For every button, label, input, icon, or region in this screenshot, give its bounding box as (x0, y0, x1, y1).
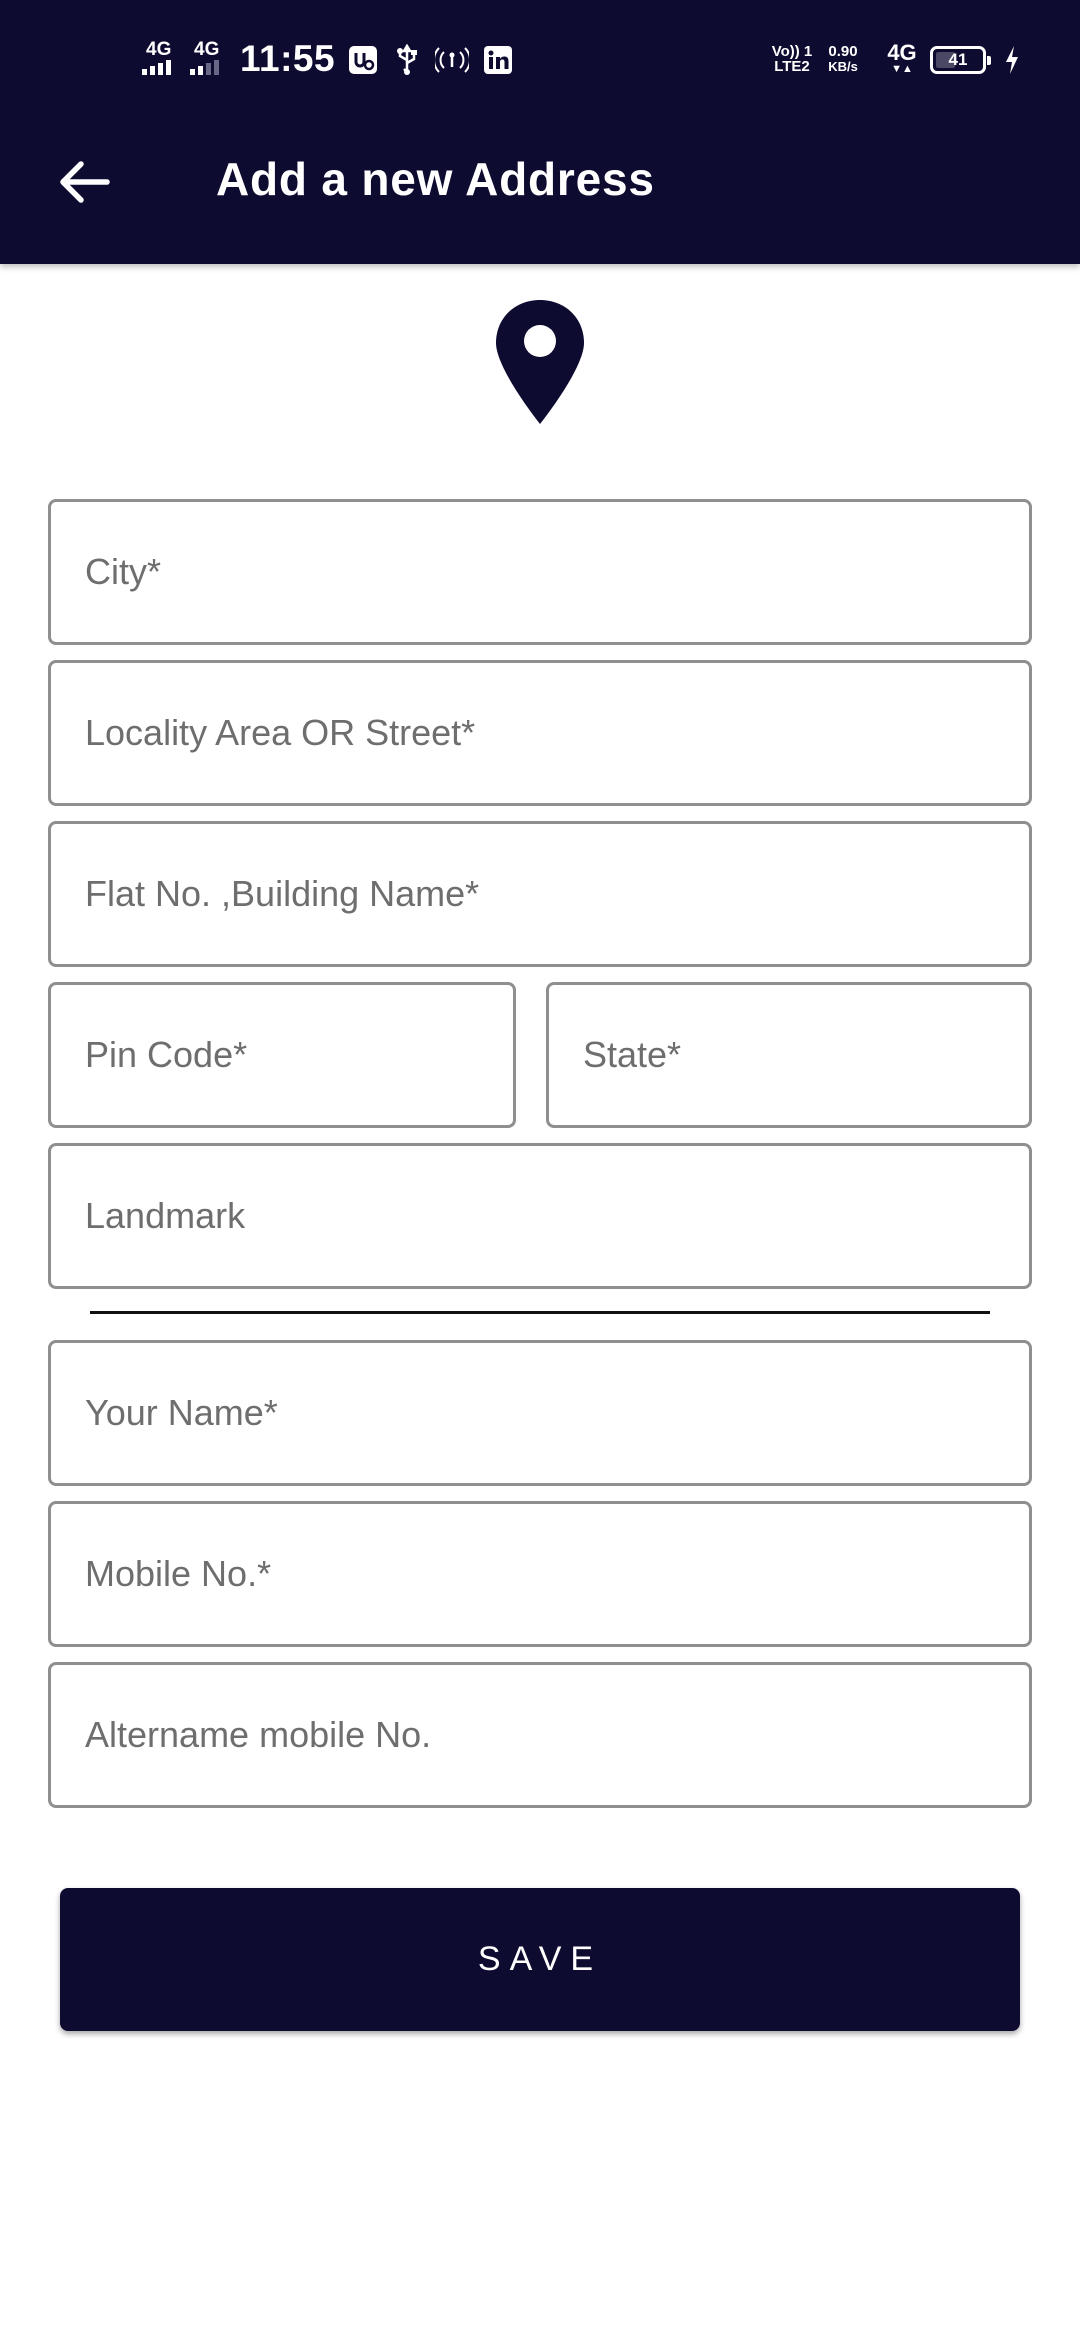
landmark-field[interactable] (48, 1143, 1032, 1289)
hotspot-icon (434, 44, 470, 76)
city-input[interactable] (51, 502, 1029, 642)
battery-icon: 41 (930, 46, 991, 74)
locality-field[interactable] (48, 660, 1032, 806)
flat-building-field[interactable] (48, 821, 1032, 967)
usb-settings-icon (346, 44, 380, 76)
flat-building-input[interactable] (51, 824, 1029, 964)
volte-indicator: Vo)) 1 LTE2 (770, 44, 814, 74)
network-type-label: 4G (146, 39, 172, 60)
arrow-left-icon (60, 161, 110, 203)
pincode-field[interactable] (48, 982, 516, 1128)
linkedin-icon (482, 44, 514, 76)
pincode-input[interactable] (51, 985, 513, 1125)
mobile-input[interactable] (51, 1504, 1029, 1644)
speed-value: 0.90 (828, 43, 858, 60)
usb-icon (392, 44, 422, 76)
speed-unit: KB/s (828, 59, 858, 74)
charging-icon (1000, 44, 1024, 76)
save-button[interactable]: SAVE (60, 1888, 1020, 2031)
battery-level: 41 (948, 50, 968, 69)
alternate-mobile-field[interactable] (48, 1662, 1032, 1808)
alternate-mobile-input[interactable] (51, 1665, 1029, 1805)
city-field[interactable] (48, 499, 1032, 645)
app-bar: 4G 4G 11:55 Vo)) 1 LTE2 0.90 KB/s 4G ▼▲ … (0, 0, 1080, 264)
mobile-field[interactable] (48, 1501, 1032, 1647)
status-time: 11:55 (240, 38, 336, 79)
landmark-input[interactable] (51, 1146, 1029, 1286)
name-input[interactable] (51, 1343, 1029, 1483)
network-speed: 0.90 KB/s (820, 44, 866, 74)
state-input[interactable] (549, 985, 1029, 1125)
network-type-label: 4G (194, 39, 220, 60)
signal-icon: 4G (190, 39, 232, 75)
locality-input[interactable] (51, 663, 1029, 803)
network-type-label: 4G (887, 40, 917, 65)
status-bar: 4G 4G 11:55 Vo)) 1 LTE2 0.90 KB/s 4G ▼▲ … (0, 0, 1080, 120)
signal-icon: 4G (142, 39, 184, 75)
data-activity-icon: 4G ▼▲ (880, 42, 924, 75)
location-pin-icon (490, 298, 590, 428)
name-field[interactable] (48, 1340, 1032, 1486)
volte-label: Vo)) 1 (771, 43, 813, 60)
page-title: Add a new Address (216, 153, 655, 205)
state-field[interactable] (546, 982, 1032, 1128)
back-button[interactable] (52, 150, 116, 214)
section-divider (90, 1311, 990, 1314)
lte-label: LTE2 (774, 58, 810, 75)
